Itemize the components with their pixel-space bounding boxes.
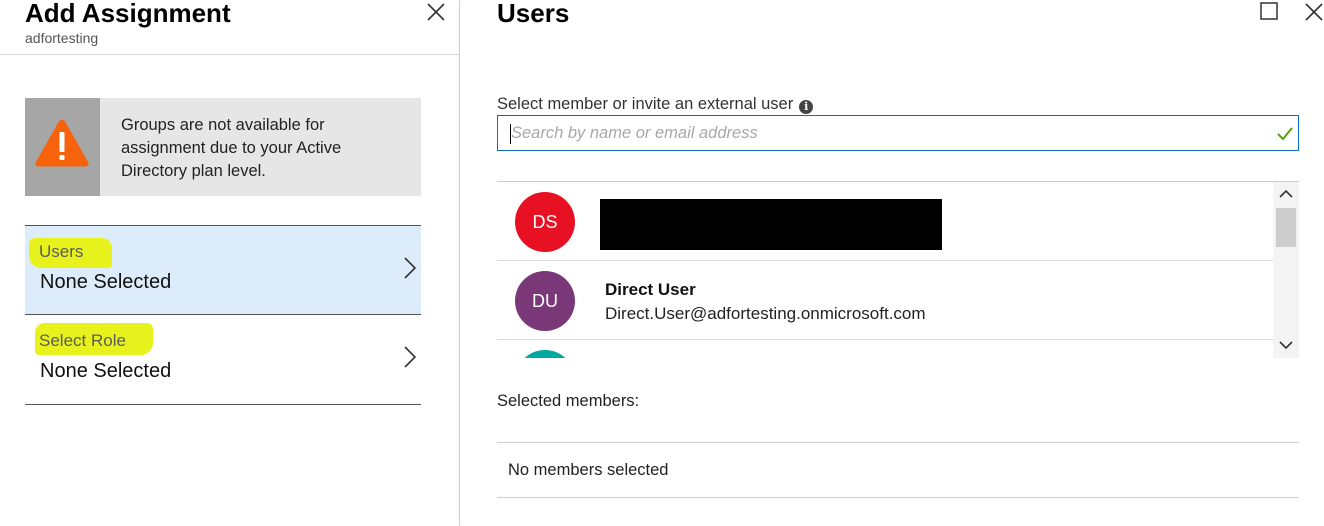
close-icon[interactable]	[1303, 1, 1324, 23]
user-email: Direct.User@adfortesting.onmicrosoft.com	[605, 304, 926, 323]
close-icon[interactable]	[424, 0, 448, 24]
scrollbar[interactable]	[1273, 182, 1299, 358]
user-name: Direct User	[605, 280, 696, 299]
users-nav-label: Users	[39, 242, 84, 261]
no-members-text: No members selected	[508, 461, 669, 479]
role-nav-value: None Selected	[40, 360, 172, 382]
header-divider	[0, 54, 459, 55]
search-input[interactable]	[499, 117, 1269, 149]
blade-title: Add Assignment	[25, 0, 231, 28]
users-nav-label-wrap: Users	[29, 238, 112, 268]
divider	[497, 497, 1299, 498]
users-blade: Users Select member or invite an externa…	[460, 0, 1324, 526]
warning-message: Groups are not available for assignment …	[121, 116, 342, 180]
avatar	[515, 350, 575, 358]
selected-members-label: Selected members:	[497, 392, 640, 410]
chevron-up-icon[interactable]	[1277, 187, 1295, 201]
warning-banner: Groups are not available for assignment …	[25, 98, 421, 196]
warning-icon-area	[25, 98, 100, 196]
search-field[interactable]	[497, 115, 1299, 151]
text-caret	[510, 124, 511, 144]
list-item[interactable]	[497, 340, 1273, 358]
user-results-list: DS DU Direct User Direct.User@adfortesti…	[497, 181, 1299, 358]
list-item[interactable]: DU Direct User Direct.User@adfortesting.…	[497, 261, 1273, 340]
avatar: DU	[515, 271, 575, 331]
role-nav-label: Select Role	[39, 331, 126, 350]
role-nav-label-wrap: Select Role	[39, 329, 126, 353]
chevron-right-icon	[404, 257, 417, 279]
warning-icon	[35, 120, 89, 167]
divider	[497, 442, 1299, 443]
member-field-label-text: Select member or invite an external user	[497, 95, 794, 113]
avatar: DS	[515, 192, 575, 252]
select-role-nav-item[interactable]: Select Role None Selected	[25, 315, 421, 405]
blade-subtitle: adfortesting	[25, 30, 99, 46]
users-nav-value: None Selected	[40, 271, 172, 293]
chevron-right-icon	[404, 346, 417, 368]
maximize-icon[interactable]	[1259, 1, 1279, 21]
redaction-bar	[600, 199, 942, 250]
users-nav-item[interactable]: Users None Selected	[25, 225, 421, 315]
check-icon	[1277, 127, 1293, 141]
chevron-down-icon[interactable]	[1277, 338, 1295, 352]
member-field-label: Select member or invite an external user…	[497, 95, 814, 114]
add-assignment-blade: Add Assignment adfortesting Groups are n…	[0, 0, 459, 526]
scroll-thumb[interactable]	[1276, 208, 1296, 247]
blade-title: Users	[497, 0, 570, 28]
list-item[interactable]: DS	[497, 182, 1273, 261]
info-icon[interactable]: i	[799, 100, 814, 114]
